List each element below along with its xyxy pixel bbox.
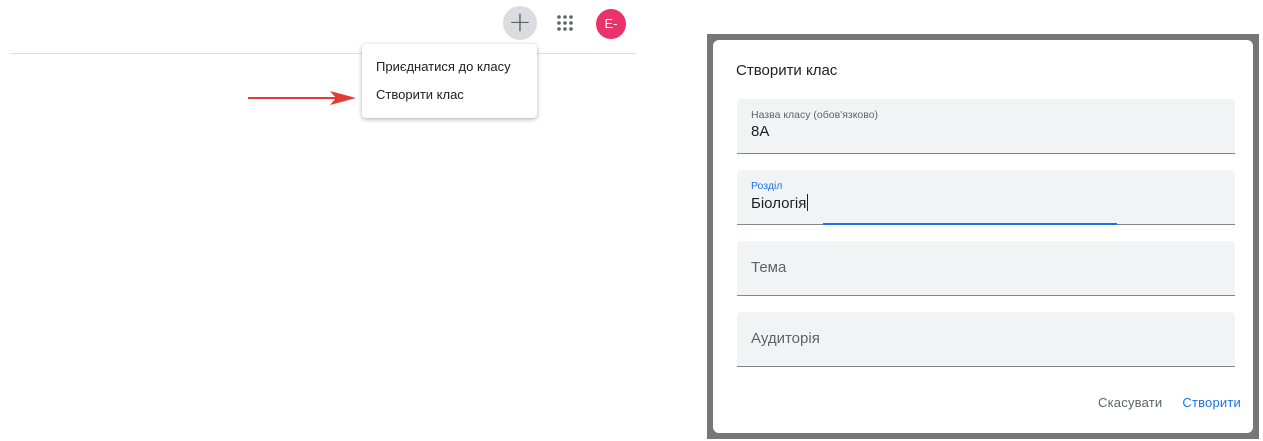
text-caret (807, 194, 809, 211)
dialog-frame: Створити клас Назва класу (обов'язково) … (707, 34, 1259, 439)
class-name-value: 8A (751, 123, 770, 140)
avatar-initial: E- (604, 16, 618, 31)
create-button[interactable]: Створити (1172, 391, 1251, 415)
focus-underline (823, 223, 1117, 225)
subject-placeholder: Тема (751, 259, 787, 276)
class-name-label: Назва класу (обов'язково) (751, 109, 879, 121)
add-class-button[interactable]: + (503, 6, 537, 40)
red-arrow-icon (248, 91, 356, 105)
class-name-field[interactable]: Назва класу (обов'язково) 8A (737, 99, 1235, 154)
subject-field[interactable]: Тема (737, 241, 1235, 296)
room-field[interactable]: Аудиторія (737, 312, 1235, 367)
header-divider (10, 53, 636, 54)
account-avatar[interactable]: E- (596, 9, 626, 39)
section-value: Біологія (751, 195, 807, 212)
menu-item-join-class[interactable]: Приєднатися до класу (362, 53, 537, 81)
add-class-menu: Приєднатися до класу Створити клас (362, 44, 537, 118)
menu-item-create-class[interactable]: Створити клас (362, 81, 537, 109)
plus-icon: + (508, 5, 532, 38)
google-apps-button[interactable] (555, 13, 575, 33)
section-value-wrap: Біологія (751, 194, 809, 212)
apps-grid-icon (557, 15, 573, 31)
cancel-button[interactable]: Скасувати (1088, 391, 1172, 415)
classroom-header-area: + E- Приєднатися до класу Створити клас (0, 0, 700, 441)
room-placeholder: Аудиторія (751, 330, 820, 347)
section-label: Розділ (751, 180, 783, 192)
dialog-title: Створити клас (736, 62, 838, 79)
create-class-dialog: Створити клас Назва класу (обов'язково) … (713, 40, 1253, 433)
section-field[interactable]: Розділ Біологія (737, 170, 1235, 225)
dialog-actions: Скасувати Створити (1088, 391, 1251, 415)
